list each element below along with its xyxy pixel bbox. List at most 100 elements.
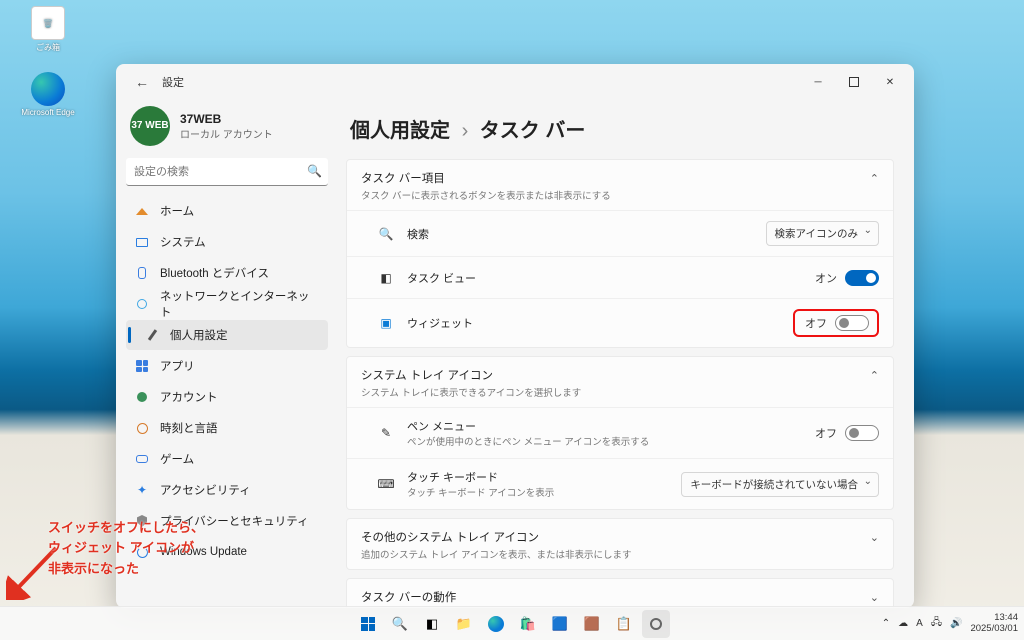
system-icon (134, 234, 150, 250)
sidebar-item-bluetooth[interactable]: Bluetooth とデバイス (126, 258, 328, 288)
desktop-icon-edge[interactable]: Microsoft Edge (18, 72, 78, 117)
avatar: 37 WEB (130, 106, 170, 146)
search-input[interactable] (126, 158, 328, 186)
taskbar-task-view-button[interactable]: ◧ (418, 610, 446, 638)
breadcrumb-parent[interactable]: 個人用設定 (350, 120, 450, 142)
section-taskbar-items: タスク バー項目 タスク バーに表示されるボタンを表示または非表示にする ⌃ 🔍… (346, 159, 894, 348)
sidebar-item-home[interactable]: ホーム (126, 196, 328, 226)
sidebar-item-label: アカウント (160, 389, 218, 405)
sidebar-item-gaming[interactable]: ゲーム (126, 444, 328, 474)
breadcrumb-current: タスク バー (480, 120, 586, 142)
row-search: 🔍 検索 検索アイコンのみ (347, 210, 893, 256)
section-header[interactable]: タスク バーの動作 タスク バーの配置、バッジ、自動的に非表示、および複数のディ… (347, 579, 893, 608)
section-title: その他のシステム トレイ アイコン (361, 529, 632, 545)
clock-icon (134, 420, 150, 436)
search-box[interactable]: 🔍 (126, 158, 328, 186)
pen-icon: ✎ (377, 424, 395, 442)
close-button[interactable]: ✕ (872, 68, 908, 96)
annotation-line: スイッチをオフにしたら、 (48, 518, 204, 539)
chevron-up-icon: ⌃ (870, 170, 879, 185)
sidebar-item-accessibility[interactable]: ✦アクセシビリティ (126, 475, 328, 505)
annotation-text: スイッチをオフにしたら、 ウィジェット アイコンが 非表示になった (48, 518, 204, 580)
toggle-state-label: オフ (805, 315, 827, 331)
sidebar-item-label: 個人用設定 (170, 327, 228, 343)
row-desc: タッチ キーボード アイコンを表示 (407, 485, 554, 499)
tray-clock[interactable]: 13:44 2025/03/01 (970, 613, 1018, 635)
section-taskbar-behavior: タスク バーの動作 タスク バーの配置、バッジ、自動的に非表示、および複数のディ… (346, 578, 894, 608)
widgets-icon: ▣ (377, 314, 395, 332)
tray-ime-icon[interactable]: A (916, 618, 923, 629)
chevron-down-icon: ⌄ (870, 589, 879, 604)
toggle-state-label: オン (815, 270, 837, 286)
task-view-toggle[interactable] (845, 270, 879, 286)
widgets-toggle[interactable] (835, 315, 869, 331)
taskbar-center: 🔍 ◧ 📁 🛍️ 🟦 🟫 📋 (354, 610, 670, 638)
tray-time: 13:44 (970, 613, 1018, 624)
desktop-icon-recycle-bin[interactable]: 🗑️ ごみ箱 (18, 6, 78, 53)
taskbar-store-button[interactable]: 🛍️ (514, 610, 542, 638)
section-header[interactable]: タスク バー項目 タスク バーに表示されるボタンを表示または非表示にする ⌃ (347, 160, 893, 210)
touch-keyboard-dropdown[interactable]: キーボードが接続されていない場合 (681, 472, 879, 497)
minimize-button[interactable]: ─ (800, 68, 836, 96)
sidebar-item-label: ネットワークとインターネット (160, 288, 320, 320)
taskbar-search-button[interactable]: 🔍 (386, 610, 414, 638)
account-sub: ローカル アカウント (180, 126, 273, 141)
tray-date: 2025/03/01 (970, 624, 1018, 635)
system-tray: ⌃ ☁ A 🖧 🔊 13:44 2025/03/01 (882, 613, 1018, 635)
back-button[interactable]: ← (130, 70, 154, 94)
edge-icon (31, 72, 65, 106)
taskbar-edge-button[interactable] (482, 610, 510, 638)
recycle-bin-icon: 🗑️ (31, 6, 65, 40)
pen-menu-toggle[interactable] (845, 425, 879, 441)
section-other-tray-icons: その他のシステム トレイ アイコン 追加のシステム トレイ アイコンを表示、また… (346, 518, 894, 570)
breadcrumb: 個人用設定 › タスク バー (350, 114, 894, 143)
tray-volume-icon[interactable]: 🔊 (950, 618, 962, 629)
row-label: タッチ キーボード (407, 469, 554, 485)
tray-overflow-icon[interactable]: ⌃ (882, 618, 890, 629)
sidebar-item-label: Bluetooth とデバイス (160, 265, 269, 281)
sidebar-item-system[interactable]: システム (126, 227, 328, 257)
sidebar-item-time-language[interactable]: 時刻と言語 (126, 413, 328, 443)
section-system-tray-icons: システム トレイ アイコン システム トレイに表示できるアイコンを選択します ⌃… (346, 356, 894, 510)
sidebar-item-apps[interactable]: アプリ (126, 351, 328, 381)
sidebar-item-label: システム (160, 234, 206, 250)
titlebar[interactable]: ← 設定 ─ ✕ (116, 64, 914, 100)
settings-window: ← 設定 ─ ✕ 37 WEB 37WEB ローカル アカウント 🔍 (116, 64, 914, 608)
search-icon: 🔍 (307, 164, 322, 178)
sidebar-item-accounts[interactable]: アカウント (126, 382, 328, 412)
row-desc: ペンが使用中のときにペン メニュー アイコンを表示する (407, 434, 649, 448)
section-header[interactable]: システム トレイ アイコン システム トレイに表示できるアイコンを選択します ⌃ (347, 357, 893, 407)
sidebar-item-label: ホーム (160, 203, 194, 219)
section-title: システム トレイ アイコン (361, 367, 581, 383)
bluetooth-icon (134, 265, 150, 281)
taskbar-app-button[interactable]: 🟦 (546, 610, 574, 638)
taskbar-app-button[interactable]: 🟫 (578, 610, 606, 638)
sidebar-item-label: アクセシビリティ (160, 482, 251, 498)
account-header[interactable]: 37 WEB 37WEB ローカル アカウント (126, 100, 328, 158)
toggle-state-label: オフ (815, 425, 837, 441)
taskbar: 🔍 ◧ 📁 🛍️ 🟦 🟫 📋 ⌃ ☁ A 🖧 🔊 13:44 2025/03/0… (0, 606, 1024, 640)
taskbar-app-button[interactable]: 📋 (610, 610, 638, 638)
section-desc: システム トレイに表示できるアイコンを選択します (361, 385, 581, 399)
desktop-icon-label: ごみ箱 (18, 42, 78, 53)
sidebar-item-network[interactable]: ネットワークとインターネット (126, 289, 328, 319)
maximize-button[interactable] (836, 68, 872, 96)
annotation-line: 非表示になった (48, 559, 204, 580)
row-pen-menu: ✎ ペン メニュー ペンが使用中のときにペン メニュー アイコンを表示する オフ (347, 407, 893, 458)
personalization-icon (144, 327, 160, 343)
desktop-icon-label: Microsoft Edge (18, 108, 78, 117)
section-title: タスク バーの動作 (361, 589, 676, 605)
sidebar-item-label: 時刻と言語 (160, 420, 218, 436)
start-button[interactable] (354, 610, 382, 638)
sidebar-item-personalization[interactable]: 個人用設定 (126, 320, 328, 350)
accounts-icon (134, 389, 150, 405)
tray-onedrive-icon[interactable]: ☁ (898, 618, 908, 629)
search-mode-dropdown[interactable]: 検索アイコンのみ (766, 221, 879, 246)
taskbar-settings-button[interactable] (642, 610, 670, 638)
tray-network-icon[interactable]: 🖧 (931, 615, 942, 632)
taskbar-explorer-button[interactable]: 📁 (450, 610, 478, 638)
search-icon: 🔍 (377, 225, 395, 243)
section-header[interactable]: その他のシステム トレイ アイコン 追加のシステム トレイ アイコンを表示、また… (347, 519, 893, 569)
home-icon (134, 203, 150, 219)
row-label: ウィジェット (407, 315, 473, 331)
